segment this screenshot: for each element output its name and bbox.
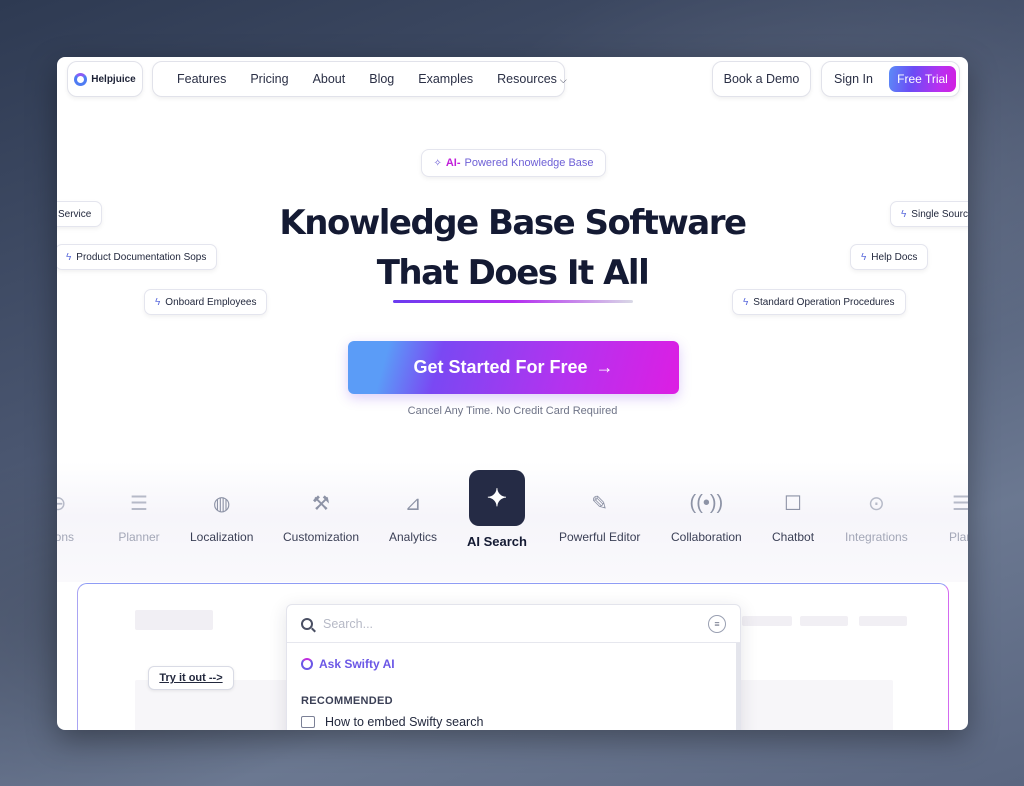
feature-tab-collaboration[interactable]: ((•)) Collaboration [671, 482, 742, 545]
tag-service-label: Service [58, 208, 92, 220]
filter-icon[interactable]: ≡ [708, 614, 726, 633]
search-dropdown: Search... ≡ Ask Swifty AI RECOMMENDED Ho… [286, 604, 741, 730]
recommended-item[interactable]: How to embed Swifty search [287, 707, 740, 729]
feature-label: Customization [283, 530, 360, 544]
logo[interactable]: Helpjuice [67, 61, 143, 97]
broadcast-icon: ((•)) [689, 491, 724, 514]
placeholder-block [800, 616, 848, 626]
sign-in-link[interactable]: Sign In [834, 62, 873, 96]
feature-label: Chatbot [772, 530, 815, 544]
feature-label: AI Search [467, 534, 527, 549]
feature-label: Analytics [389, 530, 438, 544]
browser-window: Helpjuice Features Pricing About Blog Ex… [57, 57, 968, 730]
try-it-out-button[interactable]: Try it out --> [148, 666, 234, 690]
feature-tab-planner-right[interactable]: ☰ Plan [940, 482, 968, 545]
cta-note: Cancel Any Time. No Credit Card Required [407, 405, 618, 417]
ai-powered-badge: ✧ AI- Powered Knowledge Base [421, 149, 606, 177]
wand-icon: ✧ [433, 157, 442, 169]
chat-icon: ☐ [784, 492, 802, 515]
search-icon [301, 617, 313, 630]
wrench-icon: ⚒ [312, 492, 330, 515]
sparkles-icon: ✦ [468, 470, 525, 526]
feature-tab-analytics[interactable]: ⊿ Analytics [389, 482, 438, 545]
book-demo-button[interactable]: Book a Demo [712, 61, 811, 97]
logo-text: Helpjuice [91, 73, 136, 85]
tag-help-docs-label: Help Docs [871, 251, 918, 263]
search-input[interactable]: Search... [323, 617, 698, 631]
tag-product-docs: ϟ Product Documentation Sops [57, 244, 218, 270]
feature-label: Powerful Editor [559, 530, 641, 544]
feature-tab-planner[interactable]: ☰ Planner [118, 482, 160, 545]
nav-pricing[interactable]: Pricing [238, 72, 300, 86]
feature-label: Collaboration [671, 530, 742, 544]
feature-label: ations [57, 530, 75, 544]
pencil-icon: ✎ [591, 492, 609, 515]
ask-swifty-ai-option[interactable]: Ask Swifty AI [287, 643, 740, 671]
search-bar[interactable]: Search... ≡ [287, 605, 740, 643]
bolt-icon: ϟ [743, 296, 749, 308]
tag-onboard: ϟ Onboard Employees [144, 289, 268, 315]
feature-label: Integrations [845, 530, 908, 544]
hero-title-line1: Knowledge Base Software [279, 203, 747, 243]
recommended-item-label: How to embed Swifty search [325, 715, 484, 729]
nav-resources-label: Resources [497, 72, 557, 86]
tag-service: Service [57, 201, 102, 227]
chart-icon: ⊿ [404, 492, 422, 515]
feature-tab-customization[interactable]: ⚒ Customization [283, 482, 360, 545]
feature-label: Plan [948, 530, 968, 544]
tag-onboard-label: Onboard Employees [165, 296, 257, 308]
chevron-down-icon: ⌵ [559, 75, 567, 85]
auth-group: Sign In Free Trial [821, 61, 960, 97]
tag-product-docs-label: Product Documentation Sops [76, 251, 207, 263]
feature-tabs: ⊖ ations ☰ Planner ◍ Localization ⚒ Cust… [57, 462, 968, 582]
feature-tab-powerful-editor[interactable]: ✎ Powerful Editor [559, 482, 641, 545]
document-icon [301, 716, 315, 728]
nav-resources[interactable]: Resources ⌵ [485, 72, 579, 86]
get-started-button[interactable]: Get Started For Free → [348, 341, 679, 394]
bolt-icon: ϟ [155, 296, 161, 308]
ask-swifty-label: Ask Swifty AI [319, 657, 395, 671]
cta-label: Get Started For Free [413, 357, 588, 377]
planner-icon: ☰ [952, 492, 968, 515]
main-nav: Features Pricing About Blog Examples Res… [152, 61, 567, 97]
tag-single-source: ϟ Single Source [890, 201, 968, 227]
nav-blog[interactable]: Blog [357, 72, 406, 86]
tag-single-source-label: Single Source [911, 208, 968, 220]
feature-label: Localization [190, 530, 254, 544]
arrow-right-icon: → [595, 357, 614, 377]
feature-tab-integrations[interactable]: ⊙ Integrations [845, 482, 908, 545]
badge-ai-text: AI- [445, 157, 461, 169]
title-underline [393, 300, 633, 303]
feature-tab-chatbot[interactable]: ☐ Chatbot [772, 482, 815, 545]
swifty-ai-icon [301, 658, 313, 670]
feature-tab-integrations-left[interactable]: ⊖ ations [57, 482, 79, 545]
nav-about[interactable]: About [301, 72, 358, 86]
feature-label: Planner [118, 530, 160, 544]
scrollbar[interactable] [736, 643, 740, 730]
feature-tab-ai-search[interactable]: ✦ AI Search [467, 470, 527, 549]
nav-features[interactable]: Features [165, 72, 238, 86]
placeholder-block [135, 610, 213, 630]
globe-icon: ◍ [212, 492, 231, 515]
toggle-icon: ⊙ [867, 492, 885, 515]
free-trial-button[interactable]: Free Trial [889, 66, 956, 92]
demo-preview: Try it out --> Search... ≡ Ask Swifty AI… [77, 583, 949, 730]
recommended-heading: RECOMMENDED [301, 695, 393, 707]
integrations-icon: ⊖ [57, 492, 67, 515]
placeholder-block [742, 616, 792, 626]
tag-help-docs: ϟ Help Docs [850, 244, 929, 270]
feature-tab-localization[interactable]: ◍ Localization [190, 482, 254, 545]
helpjuice-logo-icon [74, 72, 88, 86]
bolt-icon: ϟ [861, 251, 867, 263]
badge-text: Powered Knowledge Base [464, 157, 594, 169]
placeholder-block [859, 616, 907, 626]
bolt-icon: ϟ [901, 208, 907, 220]
nav-examples[interactable]: Examples [406, 72, 485, 86]
bolt-icon: ϟ [66, 251, 72, 263]
planner-icon: ☰ [130, 492, 148, 515]
tag-sop: ϟ Standard Operation Procedures [732, 289, 906, 315]
tag-sop-label: Standard Operation Procedures [753, 296, 895, 308]
